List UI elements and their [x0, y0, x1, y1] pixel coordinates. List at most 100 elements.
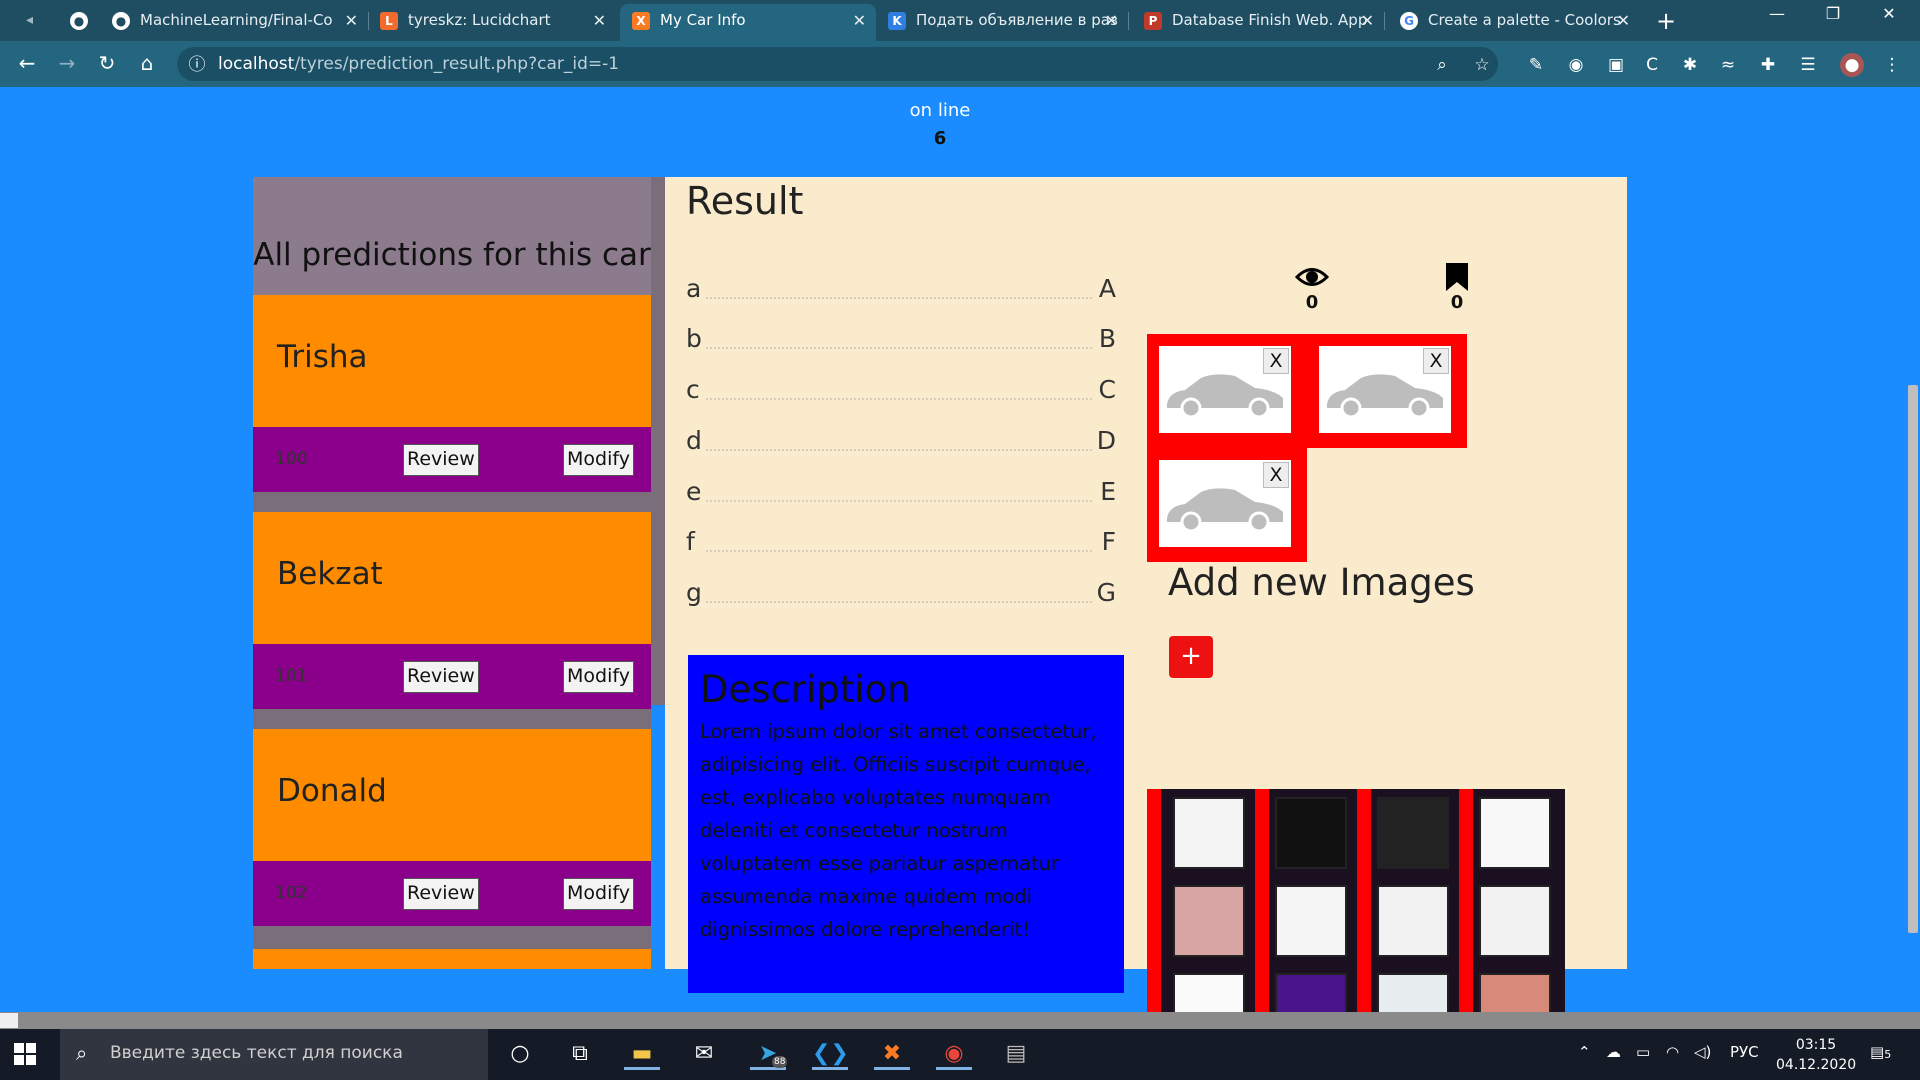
restore-icon[interactable]: ❐ — [1810, 4, 1856, 23]
back-icon[interactable]: ← — [14, 51, 40, 75]
chrome-icon[interactable]: ◉ — [936, 1038, 972, 1070]
modify-button[interactable]: Modify — [563, 661, 634, 693]
gallery-thumbnail[interactable] — [1275, 797, 1347, 869]
url-host: localhost — [218, 54, 295, 74]
remove-image-button[interactable]: X — [1423, 348, 1449, 374]
car-image: X — [1159, 460, 1291, 547]
onedrive-icon[interactable]: ☁ — [1606, 1043, 1621, 1061]
close-icon[interactable]: ✕ — [1617, 4, 1630, 37]
spec-key: g — [686, 578, 702, 607]
gallery-thumbnail[interactable] — [1377, 797, 1449, 869]
close-icon[interactable]: ✕ — [853, 4, 866, 37]
pinned-tab-github[interactable]: ● — [62, 4, 94, 41]
info-icon[interactable]: ⓘ — [185, 53, 209, 77]
page-viewport: on line 6 All predictions for this car T… — [0, 87, 1902, 1012]
gallery-thumbnail[interactable] — [1173, 797, 1245, 869]
database-tool-icon[interactable]: ▤ — [998, 1038, 1034, 1070]
taskbar-search[interactable]: ⌕ Введите здесь текст для поиска — [60, 1029, 488, 1080]
remove-image-button[interactable]: X — [1263, 348, 1289, 374]
tab-coolors[interactable]: G Create a palette - Coolors ✕ — [1388, 4, 1640, 41]
kolesa-icon: K — [888, 12, 906, 30]
close-icon[interactable]: ✕ — [345, 4, 358, 37]
gallery-thumbnail[interactable] — [1479, 885, 1551, 957]
tab-my-car-info[interactable]: X My Car Info ✕ — [620, 4, 876, 41]
telegram-badge: 88 — [772, 1056, 788, 1068]
gallery-thumbnail[interactable] — [1479, 797, 1551, 869]
task-view-icon[interactable]: ⧉ — [562, 1038, 598, 1070]
remove-image-button[interactable]: X — [1263, 462, 1289, 488]
xampp-icon[interactable]: ✖ — [874, 1038, 910, 1070]
extensions-puzzle-icon[interactable]: ✚ — [1756, 53, 1780, 77]
result-title: Result — [686, 179, 804, 223]
horizontal-scrollbar-thumb[interactable] — [0, 1013, 18, 1028]
description-title: Description — [700, 668, 911, 711]
bookmark-star-icon[interactable]: ☆ — [1470, 53, 1494, 77]
tab-database-finish[interactable]: P Database Finish Web. App ✕ — [1132, 4, 1384, 41]
horizontal-scrollbar[interactable] — [0, 1012, 1920, 1029]
eye-icon — [1295, 268, 1329, 286]
add-images-title: Add new Images — [1168, 561, 1475, 604]
gallery-thumbnail[interactable] — [1275, 973, 1347, 1012]
gallery-thumbnail[interactable] — [1377, 885, 1449, 957]
file-explorer-icon[interactable]: ▬ — [624, 1038, 660, 1070]
prediction-card: Trisha 100 Review Modify — [253, 295, 651, 492]
tab-lucidchart[interactable]: L tyreskz: Lucidchart ✕ — [368, 4, 616, 41]
menu-kebab-icon[interactable]: ⋮ — [1880, 53, 1904, 77]
zoom-icon[interactable]: ⌕ — [1430, 53, 1454, 77]
tab-kolesa[interactable]: K Подать объявление в раз ✕ — [876, 4, 1128, 41]
wave-extension-icon[interactable]: ≈ — [1716, 53, 1740, 77]
google-icon: G — [1400, 12, 1418, 30]
car-image-thumbnail[interactable]: X — [1307, 334, 1467, 448]
add-image-button[interactable]: + — [1169, 636, 1213, 678]
tab-divider — [1128, 12, 1129, 30]
tab-audio-icon[interactable]: ◂ — [14, 4, 54, 41]
reload-icon[interactable]: ↻ — [94, 51, 120, 75]
mail-icon[interactable]: ✉ — [686, 1038, 722, 1070]
url-text[interactable]: localhost/tyres/prediction_result.php?ca… — [218, 53, 619, 75]
code-extension-icon[interactable]: C — [1640, 53, 1664, 77]
new-tab-button[interactable]: + — [1656, 6, 1676, 36]
review-button[interactable]: Review — [403, 661, 479, 693]
spec-row: aA — [686, 269, 1116, 303]
modify-button[interactable]: Modify — [563, 444, 634, 476]
reading-list-icon[interactable]: ☰ — [1796, 53, 1820, 77]
review-button[interactable]: Review — [403, 444, 479, 476]
bug-extension-icon[interactable]: ✱ — [1678, 53, 1702, 77]
vertical-scrollbar-thumb[interactable] — [1908, 385, 1918, 933]
taskbar-clock[interactable]: 03:15 04.12.2020 — [1776, 1035, 1856, 1075]
volume-icon[interactable]: ◁) — [1694, 1043, 1711, 1061]
gallery-thumbnail[interactable] — [1479, 973, 1551, 1012]
sidebar-scroll-gutter — [651, 177, 665, 705]
prediction-card: Bekzat 101 Review Modify — [253, 512, 651, 709]
cortana-icon[interactable]: ○ — [502, 1038, 538, 1070]
forward-icon[interactable]: → — [54, 51, 80, 75]
notifications-icon[interactable]: ▤5 — [1870, 1043, 1891, 1061]
telegram-icon[interactable]: ➤ 88 — [750, 1038, 788, 1070]
close-icon[interactable]: ✕ — [1361, 4, 1374, 37]
profile-avatar[interactable]: ● — [1840, 53, 1864, 77]
wifi-icon[interactable]: ◠ — [1666, 1043, 1679, 1061]
windows-start-icon[interactable] — [14, 1043, 36, 1065]
vscode-icon[interactable]: ❮❯ — [812, 1038, 849, 1070]
minimize-icon[interactable]: — — [1754, 4, 1800, 23]
car-placeholder-icon — [1327, 374, 1443, 419]
car-image-thumbnail[interactable]: X — [1147, 448, 1307, 562]
timer-extension-icon[interactable]: ▣ — [1604, 53, 1628, 77]
close-icon[interactable]: ✕ — [1105, 4, 1118, 37]
tab-machinelearning[interactable]: ● MachineLearning/Final-Co ✕ — [100, 4, 368, 41]
home-icon[interactable]: ⌂ — [134, 51, 160, 75]
gallery-thumbnail[interactable] — [1173, 973, 1245, 1012]
gallery-thumbnail[interactable] — [1173, 885, 1245, 957]
review-button[interactable]: Review — [403, 878, 479, 910]
gallery-thumbnail[interactable] — [1275, 885, 1347, 957]
car-image-thumbnail[interactable]: X — [1147, 334, 1307, 448]
gallery-thumbnail[interactable] — [1377, 973, 1449, 1012]
record-extension-icon[interactable]: ◉ — [1564, 53, 1588, 77]
modify-button[interactable]: Modify — [563, 878, 634, 910]
language-indicator[interactable]: РУС — [1730, 1043, 1759, 1061]
tray-overflow-icon[interactable]: ⌃ — [1578, 1043, 1591, 1061]
color-picker-extension-icon[interactable]: ✎ — [1524, 53, 1548, 77]
window-close-icon[interactable]: ✕ — [1866, 4, 1912, 23]
close-icon[interactable]: ✕ — [593, 4, 606, 37]
battery-icon[interactable]: ▭ — [1636, 1043, 1650, 1061]
